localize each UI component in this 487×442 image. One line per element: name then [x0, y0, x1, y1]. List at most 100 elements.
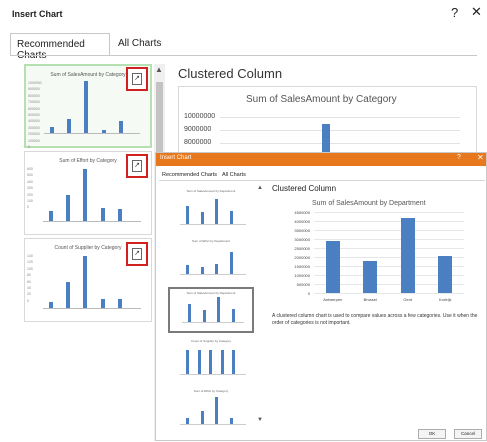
- y-tick-label: 500000: [296, 282, 310, 287]
- tab-all-charts[interactable]: All Charts: [220, 171, 248, 179]
- thumbnail-bar: [197, 350, 201, 374]
- thumbnail-bar: [50, 127, 54, 133]
- thumbnail-bar: [200, 266, 204, 274]
- clustered-column-icon: ↗: [132, 248, 142, 260]
- cancel-button[interactable]: Cancel: [454, 429, 482, 439]
- y-tick-label: 10000000: [184, 113, 216, 120]
- thumbnail-bar: [186, 265, 189, 274]
- thumbnail-title: Sum of SalesAmount by Department: [186, 189, 236, 193]
- chart-description: A clustered column chart is used to comp…: [272, 313, 478, 326]
- tab-recommended-charts[interactable]: Recommended Charts: [10, 33, 110, 61]
- thumbnail-bar: [202, 310, 206, 322]
- x-category-label: Brussel: [363, 297, 377, 302]
- tab-divider: [10, 55, 477, 56]
- thumbnail-plot: [180, 395, 246, 425]
- thumbnail-bar: [200, 410, 204, 424]
- thumbnail-bar: [209, 350, 213, 374]
- gridline: [314, 293, 464, 294]
- chart-type-icon-highlight[interactable]: ↗: [126, 154, 148, 178]
- thumbnail-plot: [182, 293, 244, 323]
- gridline: [314, 212, 464, 213]
- thumbnail-bar: [100, 299, 105, 308]
- thumbnail-bar: [215, 397, 218, 424]
- gridline: [314, 230, 464, 231]
- help-button[interactable]: ?: [457, 154, 461, 161]
- dialog-title: Insert Chart: [12, 9, 63, 19]
- thumbnail-bar: [66, 194, 71, 221]
- insert-chart-dialog-front: Insert Chart ? ✕ Recommended Charts All …: [155, 152, 487, 441]
- y-tick-label: 0: [27, 205, 29, 210]
- thumbnail-bar: [217, 296, 220, 322]
- chart-type-heading: Clustered Column: [178, 66, 283, 81]
- help-button[interactable]: ?: [451, 5, 458, 20]
- x-category-label: Antwerpen: [323, 297, 343, 302]
- thumbnail-y-axis: 140 120 100 80 60 40 20 0: [27, 253, 41, 304]
- clustered-column-icon: ↗: [132, 73, 142, 85]
- thumbnail-bar: [232, 350, 236, 374]
- chart-preview-title: Sum of SalesAmount by Category: [246, 94, 397, 105]
- tab-all-charts[interactable]: All Charts: [112, 33, 172, 55]
- chart-thumbnail[interactable]: Sum of SalesAmount by Department: [168, 187, 254, 233]
- scroll-down-icon[interactable]: ▼: [257, 417, 263, 423]
- chart-thumbnail[interactable]: Count of Supplier by Category: [168, 337, 254, 383]
- scroll-up-icon[interactable]: ▲: [155, 65, 163, 74]
- y-tick-label: 2000000: [294, 255, 310, 260]
- y-tick-label: 0: [27, 298, 29, 303]
- thumbnail-bar: [83, 255, 88, 308]
- clustered-column-icon: ↗: [132, 160, 142, 172]
- chart-bar: [438, 256, 453, 293]
- thumbnail-bar: [200, 212, 204, 224]
- thumbnail-bar: [101, 130, 106, 133]
- thumbnail-title: Sum of Effort by Category: [193, 389, 229, 393]
- scroll-up-icon[interactable]: ▲: [257, 185, 263, 191]
- chart-type-heading: Clustered Column: [272, 184, 337, 193]
- chart-thumbnail[interactable]: Sum of Effort by Category: [168, 387, 254, 433]
- y-tick-label: 8000000: [184, 139, 212, 146]
- chart-type-icon-highlight[interactable]: ↗: [126, 242, 148, 266]
- thumbnail-y-axis: 600 500 400 300 200 100 0: [27, 166, 41, 211]
- gridline: [220, 143, 460, 144]
- thumbnail-bar: [229, 251, 233, 274]
- thumbnail-bar: [186, 418, 189, 424]
- gridline: [314, 221, 464, 222]
- thumbnail-bar: [220, 350, 224, 374]
- x-category-label: Gent: [403, 297, 413, 302]
- thumbnail-bar: [49, 210, 53, 221]
- thumbnail-title: Sum of Effort by Department: [192, 239, 230, 243]
- thumbnail-title: Count of Supplier by Category: [190, 339, 232, 343]
- thumbnail-bar: [186, 350, 189, 374]
- thumbnail-bar: [117, 209, 122, 221]
- thumbnail-plot: [180, 345, 246, 375]
- dialog-title: Insert Chart: [160, 155, 192, 161]
- thumbnail-y-axis: 1000000 900000 800000 700000 600000 500000 400…: [28, 80, 42, 150]
- thumbnail-bar: [188, 304, 191, 322]
- chart-bar: [400, 218, 415, 293]
- thumbnail-bar: [84, 80, 89, 133]
- tab-recommended-charts[interactable]: Recommended Charts: [160, 171, 219, 179]
- thumbnail-bar: [66, 281, 71, 308]
- thumbnail-bar: [83, 168, 88, 221]
- y-tick-label: 3000000: [294, 237, 310, 242]
- y-tick-label: 1500000: [294, 264, 310, 269]
- gridline: [220, 117, 460, 118]
- thumbnail-bar: [118, 121, 123, 133]
- y-tick-label: 4500000: [294, 210, 310, 215]
- chart-thumbnail[interactable]: Sum of Effort by Department: [168, 237, 254, 283]
- thumbnail-bar: [229, 210, 233, 224]
- tab-divider: [159, 180, 485, 181]
- chart-type-icon-highlight[interactable]: ↗: [126, 67, 148, 91]
- chart-thumbnail[interactable]: Sum of SalesAmount by Department: [168, 287, 254, 333]
- chart-bar: [363, 260, 378, 293]
- thumbnail-bar: [215, 263, 218, 274]
- y-tick-label: 9000000: [184, 126, 212, 133]
- close-button[interactable]: ✕: [471, 4, 482, 20]
- thumbnail-bar: [49, 302, 53, 308]
- y-tick-label: 0: [28, 145, 30, 150]
- thumbnail-bar: [67, 118, 72, 133]
- close-button[interactable]: ✕: [477, 153, 484, 162]
- thumbnail-bar: [117, 299, 122, 308]
- ok-button[interactable]: OK: [418, 429, 446, 439]
- title-bar: Insert Chart ? ✕: [156, 153, 486, 166]
- thumbnail-bar: [100, 208, 105, 221]
- y-tick-label: 0: [307, 291, 310, 296]
